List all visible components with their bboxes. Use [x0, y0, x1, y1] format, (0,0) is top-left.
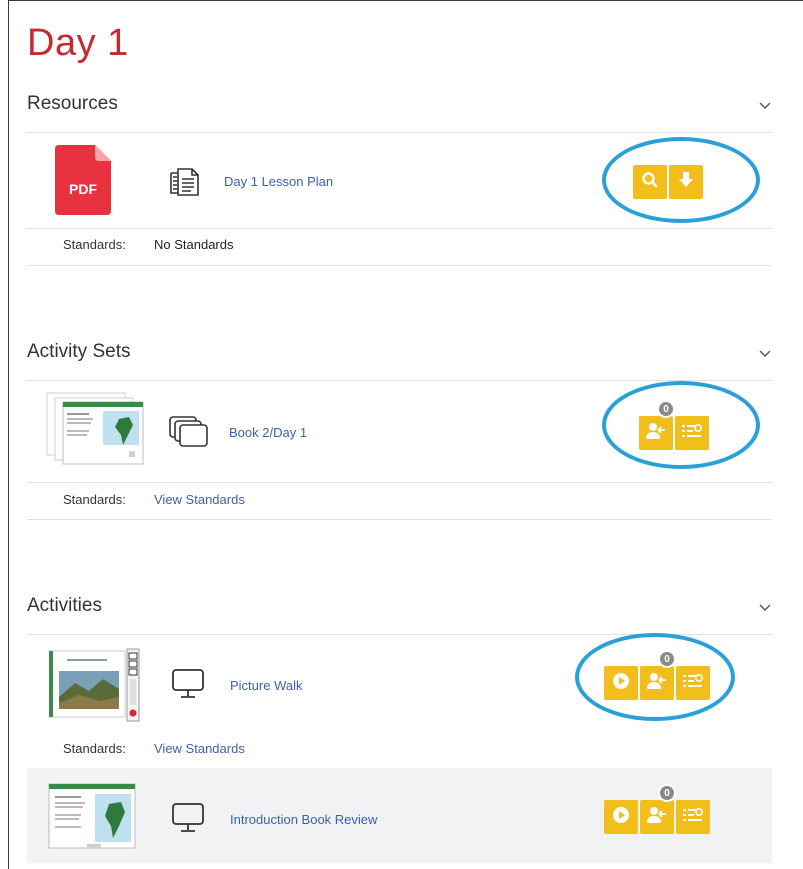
item-link[interactable]: Picture Walk — [230, 678, 302, 693]
divider — [27, 482, 772, 483]
standards-label: Standards: — [63, 237, 126, 252]
activity-thumbnail[interactable] — [48, 647, 141, 728]
highlight-ring — [602, 137, 760, 223]
pdf-label: PDF — [69, 181, 97, 197]
assign-button[interactable] — [640, 800, 674, 834]
item-link[interactable]: Book 2/Day 1 — [229, 425, 307, 440]
section-title: Activity Sets — [27, 341, 131, 362]
chevron-down-icon[interactable] — [758, 98, 772, 112]
chevron-down-icon[interactable] — [758, 600, 772, 614]
section-header-activity-sets[interactable]: Activity Sets — [27, 341, 772, 371]
activity-row: Introduction Book Review 0 — [27, 768, 772, 863]
activity-thumbnail[interactable] — [47, 782, 137, 857]
list-settings-icon — [682, 806, 704, 829]
pdf-file-icon: PDF — [55, 145, 111, 220]
section-header-resources[interactable]: Resources — [27, 93, 772, 123]
assign-user-icon — [647, 806, 667, 829]
play-button[interactable] — [604, 800, 638, 834]
divider — [27, 265, 772, 266]
item-link[interactable]: Introduction Book Review — [230, 812, 377, 827]
chevron-down-icon[interactable] — [758, 346, 772, 360]
page-title: Day 1 — [27, 22, 129, 64]
standards-label: Standards: — [63, 741, 126, 756]
divider — [27, 519, 772, 520]
highlight-ring — [575, 633, 735, 721]
stacked-screens-icon — [169, 416, 209, 453]
section-header-activities[interactable]: Activities — [27, 595, 772, 625]
monitor-icon — [171, 802, 205, 839]
section-title: Resources — [27, 93, 118, 114]
item-link[interactable]: Day 1 Lesson Plan — [224, 174, 333, 189]
play-icon — [611, 805, 631, 830]
highlight-ring — [602, 381, 760, 469]
divider — [27, 228, 772, 229]
section-title: Activities — [27, 595, 102, 616]
standards-label: Standards: — [63, 492, 126, 507]
activity-set-thumbnail[interactable] — [45, 391, 145, 470]
monitor-icon — [171, 668, 205, 705]
view-standards-link[interactable]: View Standards — [154, 492, 245, 507]
document-stack-icon — [167, 166, 201, 203]
count-badge: 0 — [658, 784, 676, 802]
standards-value: No Standards — [154, 237, 234, 252]
day-panel: Day 1 Resources PDF Day 1 Lesson Plan St… — [27, 0, 772, 869]
resource-row: PDF Day 1 Lesson Plan — [27, 133, 772, 228]
activity-set-row: Book 2/Day 1 0 — [27, 381, 772, 482]
activity-row: Picture Walk 0 — [27, 633, 772, 735]
settings-list-button[interactable] — [676, 800, 710, 834]
view-standards-link[interactable]: View Standards — [154, 741, 245, 756]
